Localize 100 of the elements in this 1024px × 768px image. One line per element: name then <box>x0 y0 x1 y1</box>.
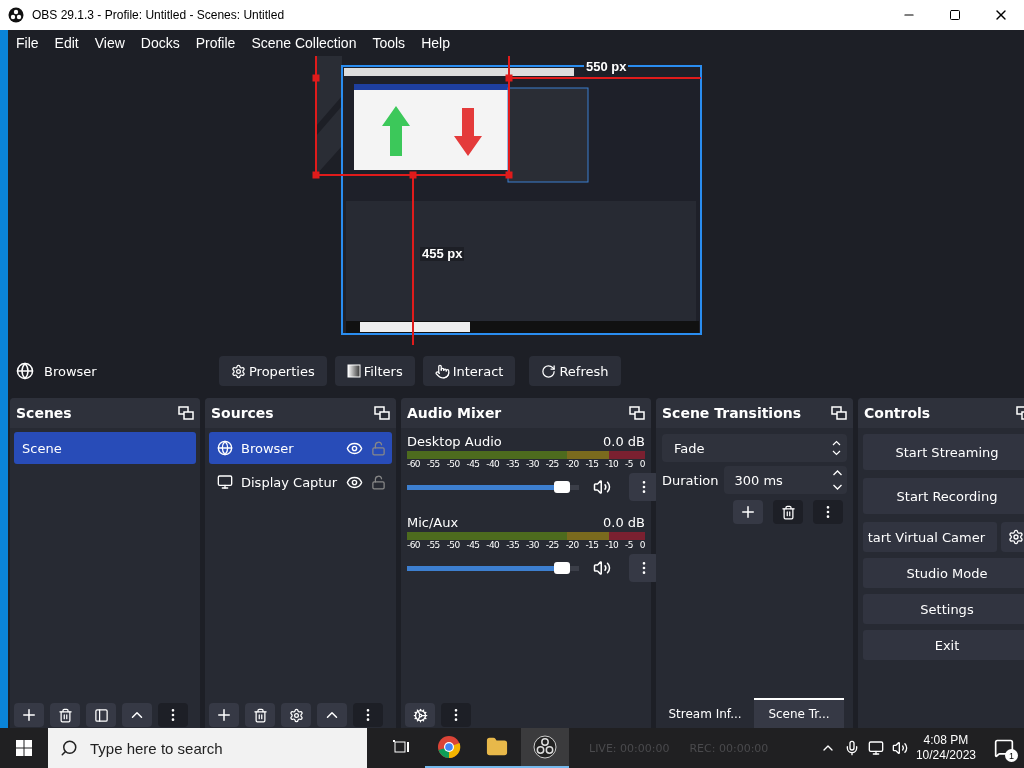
meter-scale-label: -10 <box>605 540 619 550</box>
search-field[interactable]: Type here to search <box>48 728 367 768</box>
dock-tab[interactable]: Scene Tr... <box>754 698 844 728</box>
menu-item[interactable]: Edit <box>46 30 87 56</box>
spin-arrows-icon[interactable] <box>832 469 843 491</box>
plus-icon <box>215 706 233 724</box>
hand-icon <box>434 363 450 379</box>
height-guide-label: 455 px <box>420 247 465 261</box>
source-label: Display Captur <box>241 474 338 490</box>
toolbar-button[interactable]: Interact <box>422 356 516 386</box>
app-logo-icon <box>8 7 24 23</box>
taskbar-app-button[interactable] <box>521 728 569 768</box>
menu-item[interactable]: Scene Collection <box>243 30 365 56</box>
float-dock-icon[interactable] <box>831 406 847 420</box>
settings-button[interactable] <box>1001 522 1024 552</box>
control-button[interactable]: Settings <box>863 594 1024 624</box>
meter-scale-label: -30 <box>525 459 539 469</box>
control-button[interactable]: Start Streaming <box>863 434 1024 470</box>
meter-scale-label: -20 <box>565 459 579 469</box>
control-button[interactable]: Start Recording <box>863 478 1024 514</box>
meter-scale-label: -35 <box>506 540 520 550</box>
folder-icon <box>486 736 508 758</box>
message-icon <box>994 738 1014 758</box>
meter-scale-label: -60 <box>407 459 420 469</box>
meter-scale-label: -15 <box>585 459 599 469</box>
advanced-settings-button[interactable] <box>405 703 435 727</box>
add-button[interactable] <box>209 703 239 727</box>
meter-scale-label: -55 <box>426 540 440 550</box>
meter-scale-label: -25 <box>545 459 559 469</box>
menu-item[interactable]: Docks <box>132 30 188 56</box>
plus-icon <box>20 706 38 724</box>
app-logo-icon <box>533 735 557 759</box>
move-up-button[interactable] <box>317 703 347 727</box>
trash-icon <box>780 504 796 520</box>
channel-name: Desktop Audio <box>407 434 502 449</box>
monitor-icon <box>217 474 233 490</box>
delete-button[interactable] <box>50 703 80 727</box>
gear-icon <box>288 707 304 723</box>
menu-item[interactable]: Tools <box>364 30 414 56</box>
taskbar-clock[interactable]: 4:08 PM 10/24/2023 <box>915 733 976 763</box>
filters-button[interactable] <box>86 703 116 727</box>
toolbar-button[interactable]: Refresh <box>529 356 621 386</box>
delete-button[interactable] <box>245 703 275 727</box>
menu-item[interactable]: Profile <box>187 30 244 56</box>
dock-title: Sources <box>211 405 274 421</box>
channel-reading: 0.0 dB <box>603 515 645 530</box>
notification-button[interactable]: 1 <box>984 728 1024 768</box>
float-dock-icon[interactable] <box>374 406 390 420</box>
add-button[interactable] <box>733 500 763 524</box>
width-guide-label: 550 px <box>584 60 629 74</box>
add-button[interactable] <box>14 703 44 727</box>
menu-item[interactable]: File <box>8 30 47 56</box>
speaker-icon[interactable] <box>593 478 611 496</box>
toolbar-button[interactable]: Filters <box>334 356 415 386</box>
source-item[interactable]: Browser <box>209 432 392 464</box>
meter-scale-label: -5 <box>625 540 633 550</box>
control-button[interactable]: tart Virtual Camer <box>863 522 997 552</box>
dock-title: Controls <box>864 405 931 421</box>
meter-scale-label: -15 <box>585 540 599 550</box>
dock-tab[interactable]: Stream Inf... <box>660 698 750 728</box>
window-title: OBS 29.1.3 - Profile: Untitled - Scenes: Untitled <box>32 8 286 22</box>
filter-icon <box>346 364 361 378</box>
channel-reading: 0.0 dB <box>603 434 645 449</box>
globe-icon <box>16 362 34 380</box>
more-button[interactable] <box>441 703 471 727</box>
duration-field[interactable]: 300 ms <box>724 466 847 494</box>
plus-icon <box>739 503 757 521</box>
search-icon <box>60 739 78 757</box>
control-button[interactable]: Exit <box>863 630 1024 660</box>
meter-scale-label: -50 <box>446 459 460 469</box>
up-down-arrows-icon <box>832 440 841 456</box>
float-dock-icon[interactable] <box>178 406 194 420</box>
speaker-icon[interactable] <box>891 740 908 756</box>
duration-label: Duration <box>662 472 719 488</box>
more-button[interactable] <box>813 500 843 524</box>
control-button[interactable]: Studio Mode <box>863 558 1024 588</box>
more-button[interactable] <box>158 703 188 727</box>
scene-item[interactable]: Scene <box>14 432 196 464</box>
transition-select[interactable]: Fade <box>662 434 847 462</box>
open-padlock-icon[interactable] <box>371 474 386 490</box>
selection-guides-drawing[interactable] <box>312 56 701 345</box>
meter-scale-label: -10 <box>605 459 619 469</box>
channel-name: Mic/Aux <box>407 515 459 530</box>
more-button[interactable] <box>629 473 659 501</box>
meter-scale-label: 0 <box>639 540 645 550</box>
menu-item[interactable]: View <box>86 30 133 56</box>
settings-button[interactable] <box>281 703 311 727</box>
meter-scale-label: -55 <box>426 459 440 469</box>
move-up-button[interactable] <box>122 703 152 727</box>
meter-scale-label: -60 <box>407 540 420 550</box>
source-item[interactable]: Display Captur <box>209 466 392 498</box>
meter-scale-label: -20 <box>565 540 579 550</box>
more-button[interactable] <box>353 703 383 727</box>
float-dock-icon[interactable] <box>629 406 645 420</box>
source-name: Browser <box>44 363 98 379</box>
speaker-icon[interactable] <box>593 559 611 577</box>
delete-button[interactable] <box>773 500 803 524</box>
toolbar-button[interactable]: Properties <box>219 356 327 386</box>
menu-item[interactable]: Help <box>413 30 458 56</box>
more-button[interactable] <box>629 554 659 582</box>
